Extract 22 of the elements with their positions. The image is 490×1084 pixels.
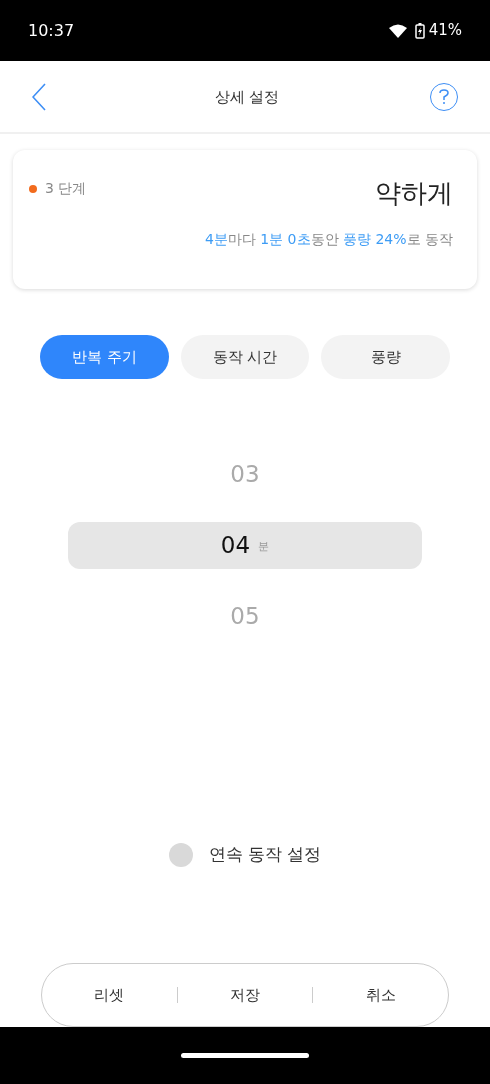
- selected-picker-row[interactable]: 04 분: [68, 521, 422, 569]
- help-icon: [439, 88, 449, 105]
- picker-value: 04: [220, 531, 251, 561]
- level-label: 3 단계: [45, 179, 87, 199]
- tab[interactable]: 동작 시간: [180, 334, 310, 379]
- action-button[interactable]: 취소: [313, 964, 448, 1026]
- home-handle[interactable]: [181, 1052, 309, 1058]
- tab[interactable]: 풍량: [321, 334, 450, 379]
- continuous-checkbox[interactable]: [168, 842, 193, 867]
- battery-icon: [414, 22, 425, 39]
- action-button[interactable]: 저장: [177, 964, 313, 1026]
- mode-label: 약하게: [375, 177, 453, 211]
- status-time: 10:37: [28, 19, 75, 42]
- wifi-icon: [388, 23, 407, 38]
- window-title: 상세 설정: [213, 86, 281, 108]
- tab[interactable]: 반복 주기: [40, 334, 169, 379]
- action-button[interactable]: 리셋: [42, 964, 177, 1026]
- battery-percent: 41%: [428, 20, 462, 42]
- continuous-label: 연속 동작 설정: [208, 842, 322, 866]
- unit-label: 분: [258, 539, 270, 556]
- chevron-left-icon: [32, 82, 46, 111]
- summary-text: 4분마다 1분 0초동안 풍량 24%로 동작: [204, 230, 453, 250]
